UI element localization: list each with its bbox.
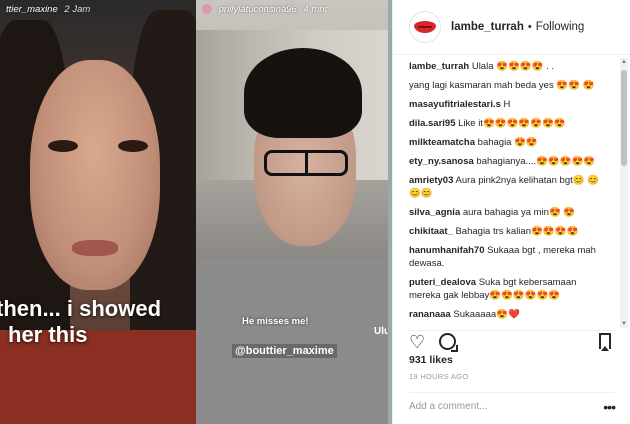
comment-user[interactable]: hanumhanifah70 — [409, 245, 485, 256]
comment-user[interactable]: puteri_dealova — [409, 277, 476, 288]
caption-line: her this — [8, 322, 88, 347]
scroll-thumb[interactable] — [621, 70, 627, 166]
story-caption-left: then... i showed her this — [0, 296, 196, 348]
comment-user[interactable]: lambe_turrah — [409, 61, 469, 72]
comment-user[interactable]: dila.sari95 — [409, 118, 455, 129]
comment-item: lambe_turrah Ulala 😍😍😍😍 . . — [409, 60, 607, 73]
comment-item: masayufitrialestari.s H — [409, 98, 607, 111]
comment-item: amriety03 Aura pink2nya kelihatan bgt😊 😊… — [409, 174, 607, 200]
follow-button[interactable]: Following — [536, 21, 585, 33]
story-panel-right: prillylatuconsina96 4 mnt He misses me! … — [196, 0, 392, 424]
comment-user[interactable]: ety_ny.sanosa — [409, 156, 474, 167]
glasses-shape — [264, 150, 348, 176]
comment-list: lambe_turrah Ulala 😍😍😍😍 . . yang lagi ka… — [409, 60, 607, 328]
add-comment-placeholder[interactable]: Add a comment... — [409, 401, 487, 412]
comment-item: chikitaat_ Bahagia trs kalian😍😍😍😍 — [409, 225, 607, 238]
shirt-shape — [196, 260, 392, 424]
story-panel-left: ttier_maxine 2 Jam then... i showed her … — [0, 0, 196, 424]
comment-item: ety_ny.sanosa bahagianya....😍😍😍😍😍 — [409, 155, 607, 168]
post-media[interactable]: ttier_maxine 2 Jam then... i showed her … — [0, 0, 392, 424]
comment-user[interactable]: milkteamatcha — [409, 137, 475, 148]
comment-user[interactable]: masayufitrialestari.s — [409, 99, 501, 110]
comment-item: yang lagi kasmaran mah beda yes 😍😍 😍 — [409, 79, 607, 92]
comment-text: yang lagi kasmaran mah beda yes 😍😍 😍 — [409, 80, 595, 91]
comment-item: dila.sari95 Like it😍😍😍😍😍😍😍 — [409, 117, 607, 130]
comment-user[interactable]: rananaaa — [409, 309, 451, 320]
post-header: lambe_turrah • Following — [393, 0, 630, 55]
comment-text: Like it😍😍😍😍😍😍😍 — [458, 118, 566, 129]
comment-item: rananaaa Sukaaaaa😍❤️ — [409, 308, 607, 321]
story-time: 2 Jam — [64, 4, 91, 15]
header-separator: • — [527, 21, 532, 33]
scroll-down-icon[interactable]: ▼ — [620, 320, 628, 328]
comment-icon[interactable] — [439, 333, 458, 352]
hair-shape — [244, 48, 362, 138]
story-user: ttier_maxine — [6, 4, 58, 15]
header-username[interactable]: lambe_turrah — [451, 21, 524, 33]
eye-shape — [48, 140, 78, 152]
comment-text: aura bahagia ya min😍 😍 — [462, 207, 576, 218]
story-caption: He misses me! — [242, 316, 309, 327]
story-mention: @bouttier_maxime — [232, 344, 337, 358]
comment-scrollbar[interactable]: ▲ ▼ — [620, 58, 628, 328]
comment-item: milkteamatcha bahagia 😍😍 — [409, 136, 607, 149]
comment-user[interactable]: silva_agnia — [409, 207, 460, 218]
story-time: 4 mnt — [303, 4, 328, 15]
comment-text: Sukaaaaa😍❤️ — [453, 309, 520, 320]
more-options-icon[interactable]: ••• — [603, 399, 616, 415]
comment-text: bahagianya....😍😍😍😍😍 — [476, 156, 596, 167]
like-count[interactable]: 931 likes — [409, 354, 453, 366]
add-comment-field[interactable]: Add a comment... ••• — [409, 392, 616, 420]
story-avatar — [202, 4, 212, 14]
comment-user[interactable]: amriety03 — [409, 175, 453, 186]
lips-shape — [72, 240, 118, 256]
comment-text: bahagia 😍😍 — [477, 137, 538, 148]
action-bar: ♡ — [409, 330, 615, 352]
avatar[interactable] — [409, 11, 441, 43]
comment-text: Ulala 😍😍😍😍 . . — [471, 61, 554, 72]
comment-item: hanumhanifah70 Sukaaa bgt , mereka mah d… — [409, 244, 607, 270]
scroll-up-icon[interactable]: ▲ — [620, 58, 628, 66]
bookmark-icon[interactable] — [599, 333, 611, 351]
caption-line: then... i showed — [0, 296, 162, 321]
comment-item: puteri_dealova Suka bgt kebersamaan mere… — [409, 276, 607, 302]
comment-item: silva_agnia aura bahagia ya min😍 😍 — [409, 206, 607, 219]
post-sidebar: lambe_turrah • Following lambe_turrah Ul… — [392, 0, 630, 424]
lips-logo-icon — [414, 21, 436, 33]
heart-icon[interactable]: ♡ — [409, 333, 425, 351]
story-header-left: ttier_maxine 2 Jam — [0, 0, 196, 22]
post-timestamp[interactable]: 19 HOURS AGO — [409, 372, 468, 381]
story-header-right: prillylatuconsina96 4 mnt — [196, 0, 392, 22]
eye-shape — [118, 140, 148, 152]
comment-text: H — [503, 99, 511, 110]
story-user: prillylatuconsina96 — [218, 4, 297, 15]
comment-user[interactable]: chikitaat_ — [409, 226, 453, 237]
comment-text: Bahagia trs kalian😍😍😍😍 — [455, 226, 579, 237]
